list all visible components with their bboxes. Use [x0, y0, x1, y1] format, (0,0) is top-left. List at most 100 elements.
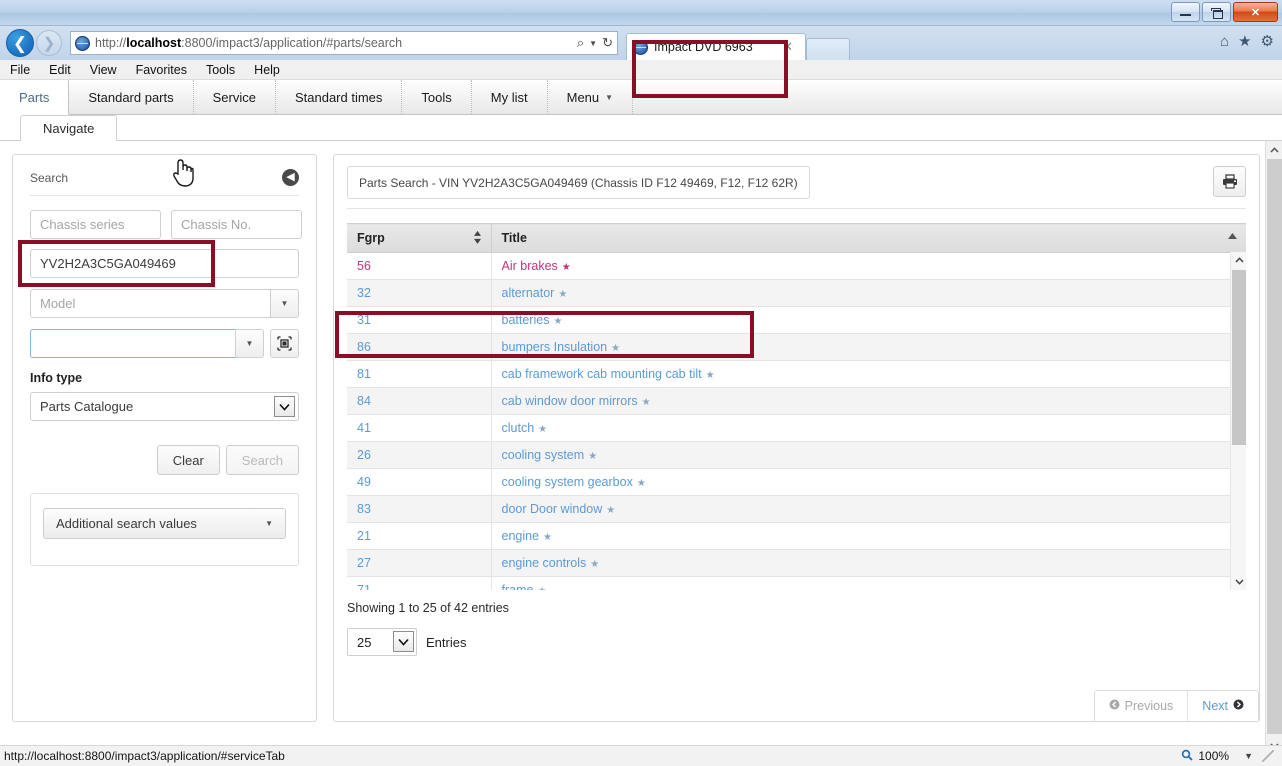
tab-standard-times[interactable]: Standard times: [276, 80, 402, 114]
table-row[interactable]: 83 door Door window★: [347, 496, 1246, 523]
fgrp-link[interactable]: 49: [357, 475, 371, 489]
table-scrollbar[interactable]: [1230, 252, 1246, 590]
tab-tools[interactable]: Tools: [402, 80, 471, 114]
secondary-combo-input[interactable]: [30, 329, 235, 358]
collapse-panel-icon[interactable]: ◀: [282, 169, 299, 186]
minimize-button[interactable]: [1171, 2, 1200, 22]
favorite-star-icon[interactable]: ★: [590, 559, 599, 570]
model-dropdown-button[interactable]: ▼: [270, 289, 299, 318]
chevron-down-icon[interactable]: ▼: [1244, 751, 1253, 761]
table-row[interactable]: 56 Air brakes ★: [347, 253, 1246, 280]
fgrp-link[interactable]: 32: [357, 286, 371, 300]
tab-standard-parts[interactable]: Standard parts: [69, 80, 193, 114]
favorite-star-icon[interactable]: ★: [543, 532, 552, 543]
restore-button[interactable]: [1202, 2, 1231, 22]
tab-navigate[interactable]: Navigate: [20, 115, 117, 141]
column-header-title[interactable]: Title: [491, 224, 1246, 253]
fgrp-link[interactable]: 84: [357, 394, 371, 408]
new-tab-button[interactable]: [806, 38, 850, 60]
fgrp-link[interactable]: 86: [357, 340, 371, 354]
tab-menu[interactable]: Menu▼: [548, 80, 633, 114]
title-link[interactable]: cooling system gearbox: [502, 475, 633, 489]
browser-tab-impact-dvd[interactable]: Impact DVD 6963 ✕: [626, 33, 806, 60]
column-header-fgrp[interactable]: Fgrp: [347, 224, 491, 253]
table-scrollbar-thumb[interactable]: [1232, 270, 1246, 445]
favorite-star-icon[interactable]: ★: [538, 424, 547, 435]
vin-input[interactable]: [30, 249, 299, 278]
fgrp-link[interactable]: 56: [357, 259, 371, 273]
favorite-star-icon[interactable]: ★: [537, 586, 546, 590]
favorite-star-icon[interactable]: ★: [642, 397, 651, 408]
favorite-star-icon[interactable]: ★: [611, 343, 620, 354]
favorite-star-icon[interactable]: ★: [588, 451, 597, 462]
fgrp-link[interactable]: 31: [357, 313, 371, 327]
title-link[interactable]: frame: [502, 583, 534, 590]
title-link[interactable]: alternator: [502, 286, 555, 300]
fgrp-link[interactable]: 21: [357, 529, 371, 543]
clear-button[interactable]: Clear: [157, 445, 220, 475]
additional-search-values-button[interactable]: Additional search values ▼: [43, 508, 286, 539]
fgrp-link[interactable]: 81: [357, 367, 371, 381]
vehicle-picker-button[interactable]: [270, 329, 299, 358]
table-row[interactable]: 41clutch★: [347, 415, 1246, 442]
close-button[interactable]: ✕: [1233, 2, 1278, 22]
table-row[interactable]: 71frame★: [347, 577, 1246, 591]
title-link[interactable]: cooling system: [502, 448, 585, 462]
search-button[interactable]: Search: [226, 445, 299, 475]
model-input[interactable]: [30, 289, 270, 318]
fgrp-link[interactable]: 26: [357, 448, 371, 462]
title-link[interactable]: engine controls: [502, 556, 587, 570]
menu-item-view[interactable]: View: [90, 63, 117, 77]
title-link[interactable]: bumpers Insulation: [502, 340, 608, 354]
table-row[interactable]: 86 bumpers Insulation★: [347, 334, 1246, 361]
sort-toggle-icon[interactable]: [473, 231, 482, 245]
menu-item-tools[interactable]: Tools: [206, 63, 235, 77]
chevron-down-icon[interactable]: ▼: [589, 39, 597, 48]
title-link[interactable]: cab framework cab mounting cab tilt: [502, 367, 702, 381]
favorite-star-icon[interactable]: ★: [606, 505, 615, 516]
favorite-star-icon[interactable]: ★: [637, 478, 646, 489]
menu-item-file[interactable]: File: [10, 63, 30, 77]
info-type-select[interactable]: Parts Catalogue: [30, 392, 299, 421]
title-link[interactable]: door Door window: [502, 502, 603, 516]
title-link[interactable]: engine: [502, 529, 540, 543]
print-button[interactable]: [1213, 166, 1246, 197]
address-bar[interactable]: http://localhost:8800/impact3/applicatio…: [70, 31, 618, 55]
table-row[interactable]: 84 cab window door mirrors ★: [347, 388, 1246, 415]
scroll-down-icon[interactable]: [1231, 574, 1247, 590]
menu-item-edit[interactable]: Edit: [49, 63, 71, 77]
back-arrow-icon[interactable]: ❮: [6, 29, 34, 57]
search-icon[interactable]: ⌕: [577, 35, 584, 51]
chassis-no-input[interactable]: [171, 210, 302, 239]
refresh-icon[interactable]: ↻: [602, 35, 613, 51]
page-scrollbar-thumb[interactable]: [1267, 159, 1282, 734]
table-row[interactable]: 49 cooling system gearbox ★: [347, 469, 1246, 496]
chassis-series-input[interactable]: [30, 210, 161, 239]
tab-close-icon[interactable]: ✕: [776, 39, 799, 55]
table-row[interactable]: 26 cooling system★: [347, 442, 1246, 469]
scroll-up-icon[interactable]: [1231, 252, 1247, 268]
title-link[interactable]: cab window door mirrors: [502, 394, 638, 408]
favorite-star-icon[interactable]: ★: [562, 262, 571, 273]
favorites-star-icon[interactable]: ★: [1238, 32, 1251, 50]
resize-grip[interactable]: [1262, 750, 1274, 762]
forward-arrow-icon[interactable]: ❯: [36, 30, 62, 56]
entries-per-page-select[interactable]: 102550100: [347, 628, 417, 656]
table-row[interactable]: 81cab framework cab mounting cab tilt★: [347, 361, 1246, 388]
sort-ascending-icon[interactable]: [1228, 231, 1237, 242]
secondary-dropdown-button[interactable]: ▼: [235, 329, 264, 358]
gear-icon[interactable]: ⚙: [1261, 32, 1274, 50]
favorite-star-icon[interactable]: ★: [558, 289, 567, 300]
menu-item-favorites[interactable]: Favorites: [136, 63, 187, 77]
page-scrollbar[interactable]: [1265, 141, 1282, 754]
table-row[interactable]: 21 engine★: [347, 523, 1246, 550]
fgrp-link[interactable]: 83: [357, 502, 371, 516]
table-row[interactable]: 27 engine controls★: [347, 550, 1246, 577]
tab-parts[interactable]: Parts: [0, 80, 69, 115]
fgrp-link[interactable]: 27: [357, 556, 371, 570]
title-link[interactable]: batteries: [502, 313, 550, 327]
previous-page-button[interactable]: Previous: [1095, 691, 1189, 721]
page-scroll-up-icon[interactable]: [1266, 141, 1282, 158]
title-link[interactable]: Air brakes: [502, 259, 558, 273]
title-link[interactable]: clutch: [502, 421, 535, 435]
